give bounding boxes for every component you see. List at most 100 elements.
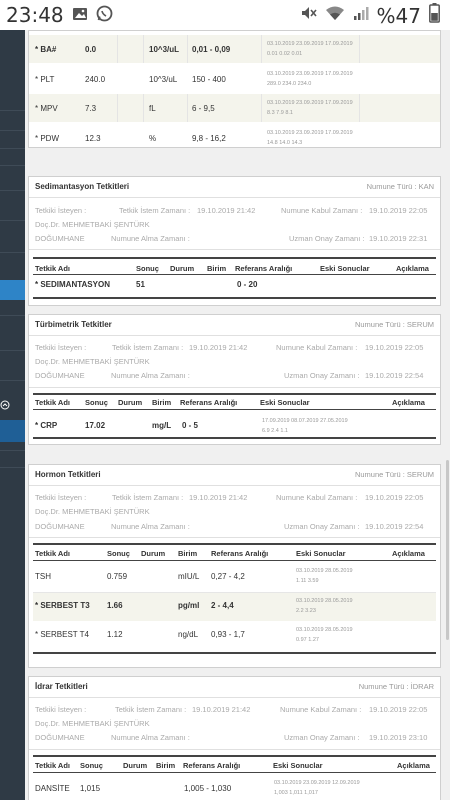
panel-title: İdrar Tetkitleri [35, 682, 88, 691]
col-header-unit: Birim [156, 761, 176, 770]
panel-title: Hormon Tetkitleri [35, 470, 101, 479]
sample-type: Numune Türü : SERUM [354, 320, 434, 329]
test-result: 1.66 [107, 601, 123, 610]
col-header-old: Eski Sonuclar [260, 398, 310, 407]
test-unit: 10^3/uL [149, 75, 178, 84]
col-header-range: Referans Aralığı [180, 398, 238, 407]
request-time: 19.10.2019 21:42 [189, 343, 248, 352]
status-time: 23:48 [6, 3, 64, 27]
old-results-values: 289.0 234.0 234.0 [267, 81, 312, 87]
accept-time: 19.10.2019 22:05 [369, 705, 428, 714]
test-name: * CRP [35, 421, 58, 430]
col-header-note: Açıklama [392, 549, 425, 558]
signal-icon [353, 5, 369, 26]
test-range: 9,8 - 16,2 [192, 134, 226, 143]
test-result: 17.02 [85, 421, 106, 430]
sample-time-label: Numune Alma Zamanı : [111, 733, 190, 742]
col-header-result: Sonuç [136, 264, 159, 273]
department: DOĞUMHANE [35, 733, 85, 742]
test-unit: pg/ml [178, 601, 200, 610]
test-range: 0,93 - 1,7 [211, 630, 245, 639]
sidebar-selected-item[interactable] [0, 420, 25, 442]
hormon-panel: Hormon Tetkitleri Numune Türü : SERUM Te… [28, 464, 441, 668]
table-row: * MPV 7.3 fL 6 - 9,5 03.10.2019 23.09.20… [29, 94, 440, 122]
col-header-status: Durum [170, 264, 195, 273]
col-header-unit: Birim [152, 398, 172, 407]
turbimetrik-panel: Türbimetrik Tetkitler Numune Türü : SERU… [28, 314, 441, 445]
accept-time-label: Numune Kabul Zamanı : [276, 493, 358, 502]
sedimantasyon-panel: Sedimantasyon Tetkitleri Numune Türü : K… [28, 176, 441, 306]
wifi-icon [325, 5, 345, 26]
request-time-label: Tetkik İstem Zamanı : [112, 493, 184, 502]
requester-label: Tetkiki İsteyen : [35, 493, 87, 502]
test-range: 2 - 4,4 [211, 601, 234, 610]
col-header-result: Sonuç [85, 398, 108, 407]
test-name: * PDW [35, 134, 59, 143]
old-results: 03.10.2019 23.09.2019 17.09.2019 0.01 0.… [267, 39, 353, 59]
accept-time: 19.10.2019 22:05 [365, 493, 424, 502]
department: DOĞUMHANE [35, 371, 85, 380]
old-results-dates: 03.10.2019 28.05.2019 [296, 568, 353, 574]
old-results: 03.10.2019 28.05.2019 0.97 1.27 [296, 625, 353, 645]
old-results-dates: 17.09.2019 08.07.2019 27.05.2019 [262, 418, 348, 424]
battery-percent: %47 [376, 3, 421, 28]
sidebar-active-item[interactable] [0, 280, 25, 300]
old-results-values: 1,003 1,011 1,017 [274, 790, 318, 796]
col-header-old: Eski Sonuclar [296, 549, 346, 558]
old-results-dates: 03.10.2019 23.09.2019 17.09.2019 [267, 41, 353, 47]
accept-time: 19.10.2019 22:05 [365, 343, 424, 352]
test-result: 0.759 [107, 572, 128, 581]
col-header-unit: Birim [178, 549, 198, 558]
accept-time: 19.10.2019 22:05 [369, 206, 428, 215]
old-results-dates: 03.10.2019 28.05.2019 [296, 627, 353, 633]
test-range: 0,01 - 0,09 [192, 45, 231, 54]
test-name: * MPV [35, 104, 58, 113]
gallery-icon [72, 6, 88, 25]
main-content: * BA# 0.0 10^3/uL 0,01 - 0,09 03.10.2019… [25, 30, 450, 800]
scrollbar[interactable] [446, 460, 449, 640]
sidebar-toggle-icon[interactable] [0, 400, 10, 413]
test-name: DANSİTE [35, 784, 70, 793]
test-name: TSH [35, 572, 51, 581]
old-results: 03.10.2019 23.09.2019 12.09.2019 1,003 1… [274, 778, 360, 798]
old-results-values: 0.97 1.27 [296, 637, 319, 643]
col-header-range: Referans Aralığı [183, 761, 241, 770]
panel-title: Türbimetrik Tetkitler [35, 320, 112, 329]
old-results-dates: 03.10.2019 23.09.2019 17.09.2019 [267, 100, 353, 106]
col-header-status: Durum [118, 398, 143, 407]
test-result: 1,015 [80, 784, 101, 793]
approve-time-label: Uzman Onay Zamanı : [284, 733, 360, 742]
mute-icon [299, 4, 317, 27]
department: DOĞUMHANE [35, 234, 85, 243]
test-result: 1.12 [107, 630, 123, 639]
test-name: * BA# [35, 45, 57, 54]
requester-label: Tetkiki İsteyen : [35, 206, 87, 215]
old-results-values: 2.2 3.23 [296, 608, 316, 614]
approve-time: 19.10.2019 22:54 [365, 522, 424, 531]
table-row: * PDW 12.3 % 9,8 - 16,2 03.10.2019 23.09… [29, 124, 440, 152]
test-range: 0 - 5 [182, 421, 199, 430]
request-time-label: Tetkik İstem Zamanı : [115, 705, 187, 714]
table-row-highlight [33, 593, 436, 621]
col-header-result: Sonuç [107, 549, 130, 558]
test-range: 150 - 400 [192, 75, 226, 84]
test-unit: mIU/L [178, 572, 200, 581]
sample-type: Numune Türü : SERUM [354, 470, 434, 479]
sample-type: Numune Türü : KAN [366, 182, 434, 191]
approve-time-label: Uzman Onay Zamanı : [284, 522, 360, 531]
test-result: 0.0 [85, 45, 97, 54]
department: DOĞUMHANE [35, 522, 85, 531]
old-results: 03.10.2019 28.05.2019 2.2 3.23 [296, 596, 353, 616]
request-time-label: Tetkik İstem Zamanı : [119, 206, 191, 215]
old-results: 03.10.2019 23.09.2019 17.09.2019 289.0 2… [267, 69, 353, 89]
sample-time-label: Numune Alma Zamanı : [111, 371, 190, 380]
col-header-test: Tetkik Adı [35, 761, 71, 770]
col-header-test: Tetkik Adı [35, 264, 71, 273]
request-time-label: Tetkik İstem Zamanı : [112, 343, 184, 352]
col-header-test: Tetkik Adı [35, 549, 71, 558]
test-unit: ng/dL [178, 630, 199, 639]
test-unit: fL [149, 104, 156, 113]
test-name: * SERBEST T3 [35, 601, 90, 610]
test-range: 0,27 - 4,2 [211, 572, 245, 581]
col-header-result: Sonuç [80, 761, 103, 770]
